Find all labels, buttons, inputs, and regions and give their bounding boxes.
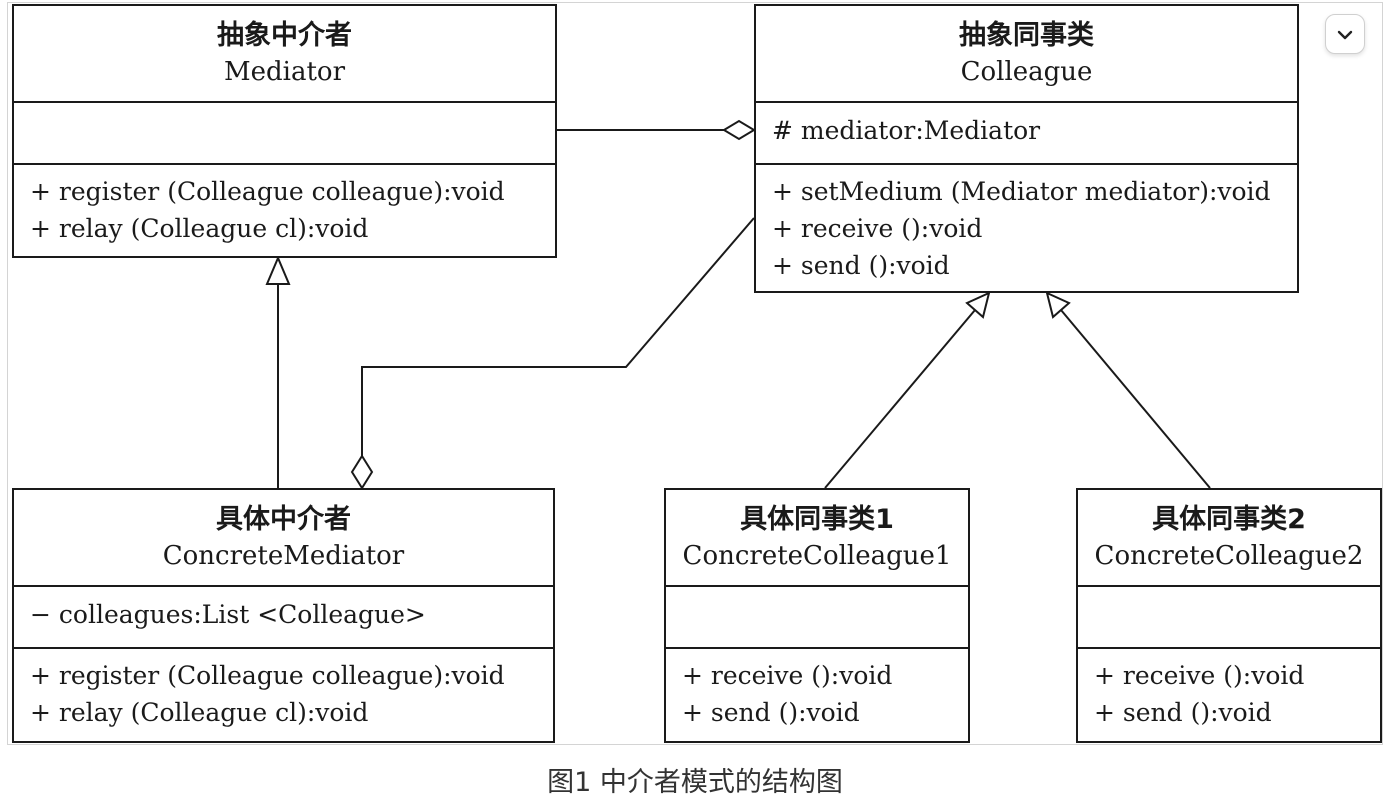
method: + relay (Colleague cl):void — [30, 698, 369, 727]
figure-caption: 图1 中介者模式的结构图 — [547, 767, 843, 798]
method: + send ():void — [772, 251, 950, 280]
chevron-down-icon — [1337, 25, 1353, 44]
attributes-compartment — [1078, 587, 1380, 649]
attributes-compartment — [14, 103, 555, 165]
class-name-en: Mediator — [224, 56, 345, 87]
method: + setMedium (Mediator mediator):void — [772, 177, 1271, 206]
methods-compartment: + receive ():void + send ():void — [666, 649, 968, 741]
class-name-cn: 抽象中介者 — [217, 19, 352, 51]
method: + receive ():void — [772, 214, 983, 243]
methods-compartment: + register (Colleague colleague):void + … — [14, 165, 555, 256]
collapse-button[interactable] — [1325, 14, 1365, 54]
method: + register (Colleague colleague):void — [30, 177, 505, 206]
class-concrete-colleague-2: 具体同事类2 ConcreteColleague2 + receive ():v… — [1076, 488, 1382, 743]
class-name-en: Colleague — [960, 56, 1093, 87]
class-name-en: ConcreteMediator — [162, 540, 405, 571]
class-name-cn: 具体同事类2 — [1152, 503, 1306, 535]
method: + register (Colleague colleague):void — [30, 661, 505, 690]
generalization-line-colleague1 — [824, 309, 976, 489]
generalization-arrow-mediator — [265, 255, 291, 285]
class-concrete-colleague-1: 具体同事类1 ConcreteColleague1 + receive ():v… — [664, 488, 970, 743]
class-mediator: 抽象中介者 Mediator + register (Colleague col… — [12, 4, 557, 258]
methods-compartment: + receive ():void + send ():void — [1078, 649, 1380, 741]
method: + relay (Colleague cl):void — [30, 214, 369, 243]
method: + receive ():void — [1094, 661, 1305, 690]
class-name-cn: 抽象同事类 — [959, 19, 1094, 51]
class-header: 具体中介者 ConcreteMediator — [14, 490, 553, 587]
class-name-cn: 具体同事类1 — [740, 503, 894, 535]
class-colleague: 抽象同事类 Colleague # mediator:Mediator + se… — [754, 4, 1299, 293]
attributes-compartment — [666, 587, 968, 649]
class-name-en: ConcreteColleague2 — [1094, 540, 1364, 571]
generalization-line-colleague2 — [1060, 309, 1211, 489]
attributes-compartment: − colleagues:List <Colleague> — [14, 587, 553, 649]
class-concrete-mediator: 具体中介者 ConcreteMediator − colleagues:List… — [12, 488, 555, 743]
attributes-compartment: # mediator:Mediator — [756, 103, 1297, 165]
class-header: 具体同事类2 ConcreteColleague2 — [1078, 490, 1380, 587]
class-name-cn: 具体中介者 — [216, 503, 351, 535]
aggregation-diamond-colleague — [722, 119, 756, 141]
aggregation-diamond-concretemediator — [350, 454, 374, 490]
class-name-en: ConcreteColleague1 — [682, 540, 952, 571]
methods-compartment: + register (Colleague colleague):void + … — [14, 649, 553, 741]
method: + receive ():void — [682, 661, 893, 690]
method: + send ():void — [682, 698, 860, 727]
generalization-arrow-colleague-2 — [1045, 291, 1071, 319]
class-header: 抽象中介者 Mediator — [14, 6, 555, 103]
attribute: − colleagues:List <Colleague> — [30, 600, 426, 629]
class-header: 具体同事类1 ConcreteColleague1 — [666, 490, 968, 587]
generalization-arrow-colleague-1 — [965, 291, 991, 319]
method: + send ():void — [1094, 698, 1272, 727]
class-header: 抽象同事类 Colleague — [756, 6, 1297, 103]
diagram-stage: 抽象中介者 Mediator + register (Colleague col… — [0, 0, 1390, 802]
attribute: # mediator:Mediator — [772, 116, 1041, 145]
methods-compartment: + setMedium (Mediator mediator):void + r… — [756, 165, 1297, 291]
